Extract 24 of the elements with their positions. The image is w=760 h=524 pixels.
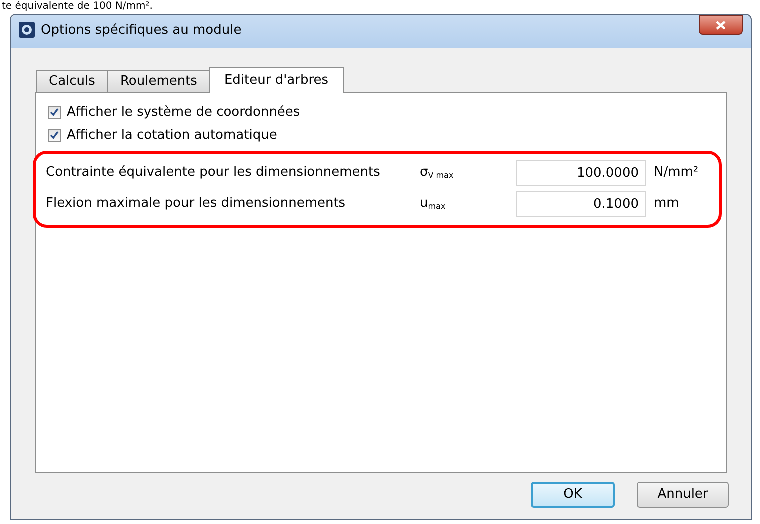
checkbox[interactable]	[48, 106, 61, 119]
close-button[interactable]	[699, 15, 743, 35]
tab[interactable]: Editeur d'arbres	[209, 67, 344, 93]
value-field[interactable]: 100.0000	[516, 160, 646, 186]
window-title: Options spécifiques au module	[41, 22, 242, 40]
tab[interactable]: Calculs	[36, 70, 108, 92]
app-icon	[19, 22, 35, 38]
dialog-button[interactable]: OK	[531, 482, 615, 508]
checkbox[interactable]	[48, 129, 61, 142]
parameter-symbol: σ$_{V max}$	[420, 164, 455, 182]
unit-label: N/mm²	[654, 164, 699, 182]
caption-text: te équivalente de 100 N/mm².	[1, 0, 154, 14]
parameter-label: Flexion maximale pour les dimensionnements	[46, 195, 347, 214]
check-icon	[50, 131, 59, 140]
tab[interactable]: Roulements	[107, 70, 210, 92]
parameter-symbol: u$_{max}$	[420, 195, 447, 214]
dialog-button[interactable]: Annuler	[637, 482, 729, 508]
checkbox-label: Afficher le système de coordonnées	[67, 104, 300, 122]
parameter-label: Contrainte équivalente pour les dimensionnements	[46, 164, 382, 182]
checkbox-label: Afficher la cotation automatique	[67, 126, 278, 145]
close-icon	[716, 20, 726, 30]
unit-label: mm	[654, 195, 680, 214]
value-field[interactable]: 0.1000	[516, 191, 646, 217]
check-icon	[50, 108, 59, 117]
